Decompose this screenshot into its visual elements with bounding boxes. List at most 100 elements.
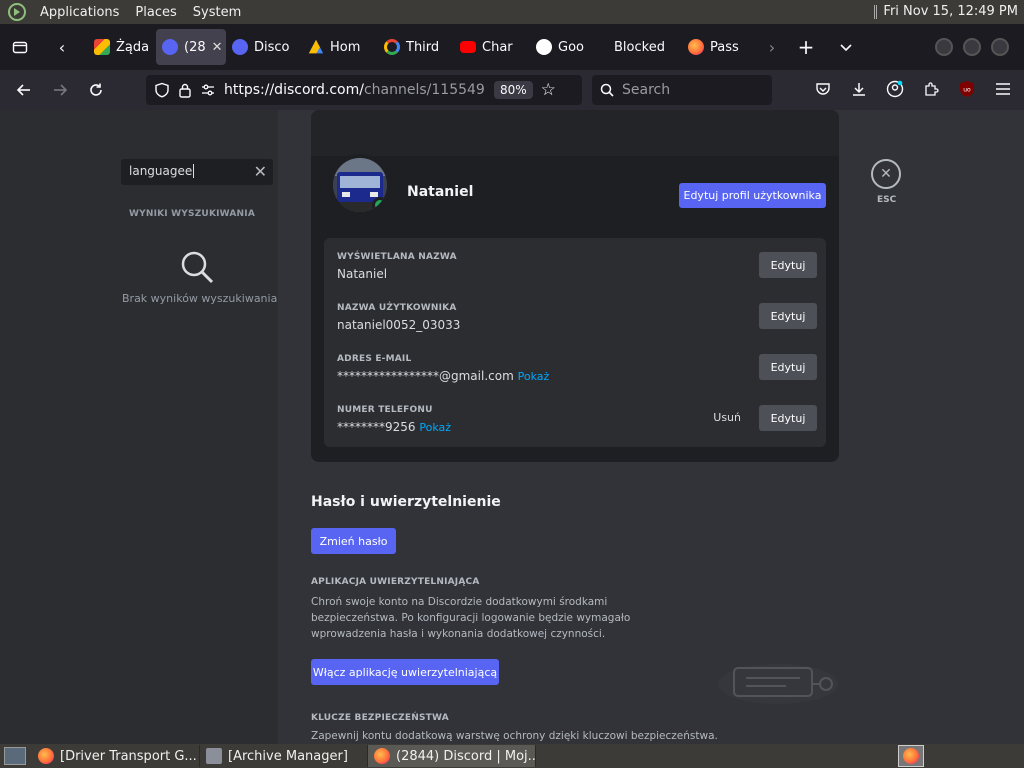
settings-search-input[interactable]: languagee ✕ (121, 159, 273, 185)
firefox-icon (688, 39, 704, 55)
edit-username-button[interactable]: Edytuj (759, 303, 817, 329)
ublock-origin-icon[interactable]: uo (956, 78, 978, 100)
tab-label: Blocked (614, 39, 665, 55)
authenticator-illustration-icon (718, 664, 838, 704)
menu-places[interactable]: Places (127, 5, 184, 20)
back-arrow-icon[interactable] (8, 74, 40, 106)
tab-google-drive[interactable]: Hom (302, 29, 378, 65)
tab-discord-active[interactable]: (28 ✕ (156, 29, 226, 65)
show-desktop-icon[interactable] (4, 747, 26, 765)
gmail-icon (94, 39, 110, 55)
downloads-icon[interactable] (848, 78, 870, 100)
window-minimize-button[interactable] (935, 38, 953, 56)
svg-text:uo: uo (963, 87, 971, 94)
taskbar: [Driver Transport G... [Archive Manager]… (0, 744, 1024, 768)
field-value: *****************@gmail.com Pokaż (337, 369, 817, 383)
applications-logo-icon[interactable] (8, 3, 26, 21)
url-domain: https://discord.com/ (224, 82, 364, 98)
hamburger-menu-icon[interactable] (992, 78, 1014, 100)
tab-label: Disco (254, 39, 290, 55)
forward-arrow-icon[interactable] (44, 74, 76, 106)
tab-blocked[interactable]: Blocked (606, 29, 682, 65)
esc-label: ESC (877, 195, 897, 205)
edit-email-button[interactable]: Edytuj (759, 354, 817, 380)
menu-applications[interactable]: Applications (32, 5, 127, 20)
window-maximize-button[interactable] (963, 38, 981, 56)
close-tab-icon[interactable]: ✕ (212, 40, 223, 55)
field-value: ********9256 Pokaż (337, 420, 817, 434)
zoom-level-button[interactable]: 80% (494, 81, 533, 99)
enable-authenticator-button[interactable]: Włącz aplikację uwierzytelniającą (311, 659, 499, 685)
window-close-button[interactable] (991, 38, 1009, 56)
task-archive-manager[interactable]: [Archive Manager] (200, 745, 368, 767)
tab-google[interactable]: Third (378, 29, 454, 65)
archive-manager-icon (206, 748, 222, 764)
tab-overview-icon[interactable] (4, 31, 36, 63)
tab-youtube[interactable]: Char (454, 29, 530, 65)
menu-system[interactable]: System (185, 5, 249, 20)
url-text[interactable]: https://discord.com/channels/1155491858 (224, 82, 486, 98)
field-label: NUMER TELEFONU (337, 405, 433, 415)
profile-banner (311, 110, 839, 156)
bookmark-star-icon[interactable]: ☆ (541, 80, 556, 100)
lock-icon[interactable] (178, 82, 192, 98)
password-auth-heading: Hasło i uwierzytelnienie (311, 494, 501, 510)
panel-grip-icon (874, 4, 878, 19)
field-value-text: *****************@gmail.com (337, 369, 514, 383)
tab-passwords[interactable]: Pass (682, 29, 756, 65)
tab-google-lens[interactable]: Goo (530, 29, 606, 65)
top-panel: Applications Places System Fri Nov 15, 1… (0, 0, 1024, 24)
task-label: [Driver Transport G... (60, 748, 197, 764)
task-label: [Archive Manager] (228, 748, 348, 764)
reveal-email-link[interactable]: Pokaż (518, 370, 550, 383)
url-bar[interactable]: https://discord.com/channels/1155491858 … (146, 75, 582, 105)
reveal-phone-link[interactable]: Pokaż (419, 421, 451, 434)
account-fields: WYŚWIETLANA NAZWA Nataniel Edytuj NAZWA … (324, 238, 826, 447)
no-results-text: Brak wyników wyszukiwania (122, 292, 278, 305)
edit-display-name-button[interactable]: Edytuj (759, 252, 817, 278)
new-tab-plus-icon[interactable]: + (790, 31, 822, 63)
edit-phone-button[interactable]: Edytuj (759, 405, 817, 431)
task-discord-firefox[interactable]: (2844) Discord | Moj... (368, 745, 536, 767)
task-label: (2844) Discord | Moj... (396, 748, 536, 764)
google-lens-icon (536, 39, 552, 55)
extensions-puzzle-icon[interactable] (920, 78, 942, 100)
tabs-scroll-right-icon[interactable]: › (756, 31, 788, 63)
search-icon (181, 251, 214, 284)
search-bar[interactable]: Search (592, 75, 772, 105)
tab-label: (28 (184, 39, 206, 55)
change-password-button[interactable]: Zmień hasło (311, 528, 396, 554)
tab-label: Pass (710, 39, 739, 55)
workspace-switcher[interactable] (898, 745, 924, 767)
close-settings-button[interactable]: ✕ (871, 159, 901, 189)
tab-label: Hom (330, 39, 361, 55)
security-keys-description: Zapewnij kontu dodatkową warstwę ochrony… (311, 730, 718, 742)
search-placeholder: Search (622, 82, 671, 98)
list-all-tabs-chevron-icon[interactable] (830, 31, 862, 63)
firefox-icon (374, 748, 390, 764)
auth-app-label: APLIKACJA UWIERZYTELNIAJĄCA (311, 577, 480, 587)
tab-gmail[interactable]: Żąda (88, 29, 156, 65)
tab-label: Żąda (116, 39, 150, 55)
tab-label: Char (482, 39, 513, 55)
permissions-sliders-icon[interactable] (200, 82, 216, 98)
edit-profile-button[interactable]: Edytuj profil użytkownika (679, 183, 826, 208)
pocket-icon[interactable] (812, 78, 834, 100)
settings-content: Nataniel Edytuj profil użytkownika WYŚWI… (278, 110, 1024, 744)
tabs-scroll-left-icon[interactable]: ‹ (46, 31, 78, 63)
close-icon: ✕ (880, 166, 892, 182)
url-path: channels/1155491858 (363, 82, 486, 98)
task-driver-transport[interactable]: [Driver Transport G... (32, 745, 200, 767)
tab-discord[interactable]: Disco (226, 29, 302, 65)
clock[interactable]: Fri Nov 15, 12:49 PM (874, 4, 1018, 19)
reload-icon[interactable] (80, 74, 112, 106)
avatar[interactable] (329, 154, 391, 216)
clock-datetime: Fri Nov 15, 12:49 PM (883, 4, 1018, 19)
navigation-bar: https://discord.com/channels/1155491858 … (0, 70, 1024, 110)
account-icon[interactable] (884, 78, 906, 100)
remove-phone-button[interactable]: Usuń (713, 411, 741, 424)
phone-field: NUMER TELEFONU ********9256 Pokaż Usuń E… (337, 405, 817, 447)
tracking-shield-icon[interactable] (154, 82, 170, 98)
clear-search-icon[interactable]: ✕ (254, 162, 267, 181)
field-label: WYŚWIETLANA NAZWA (337, 252, 457, 262)
